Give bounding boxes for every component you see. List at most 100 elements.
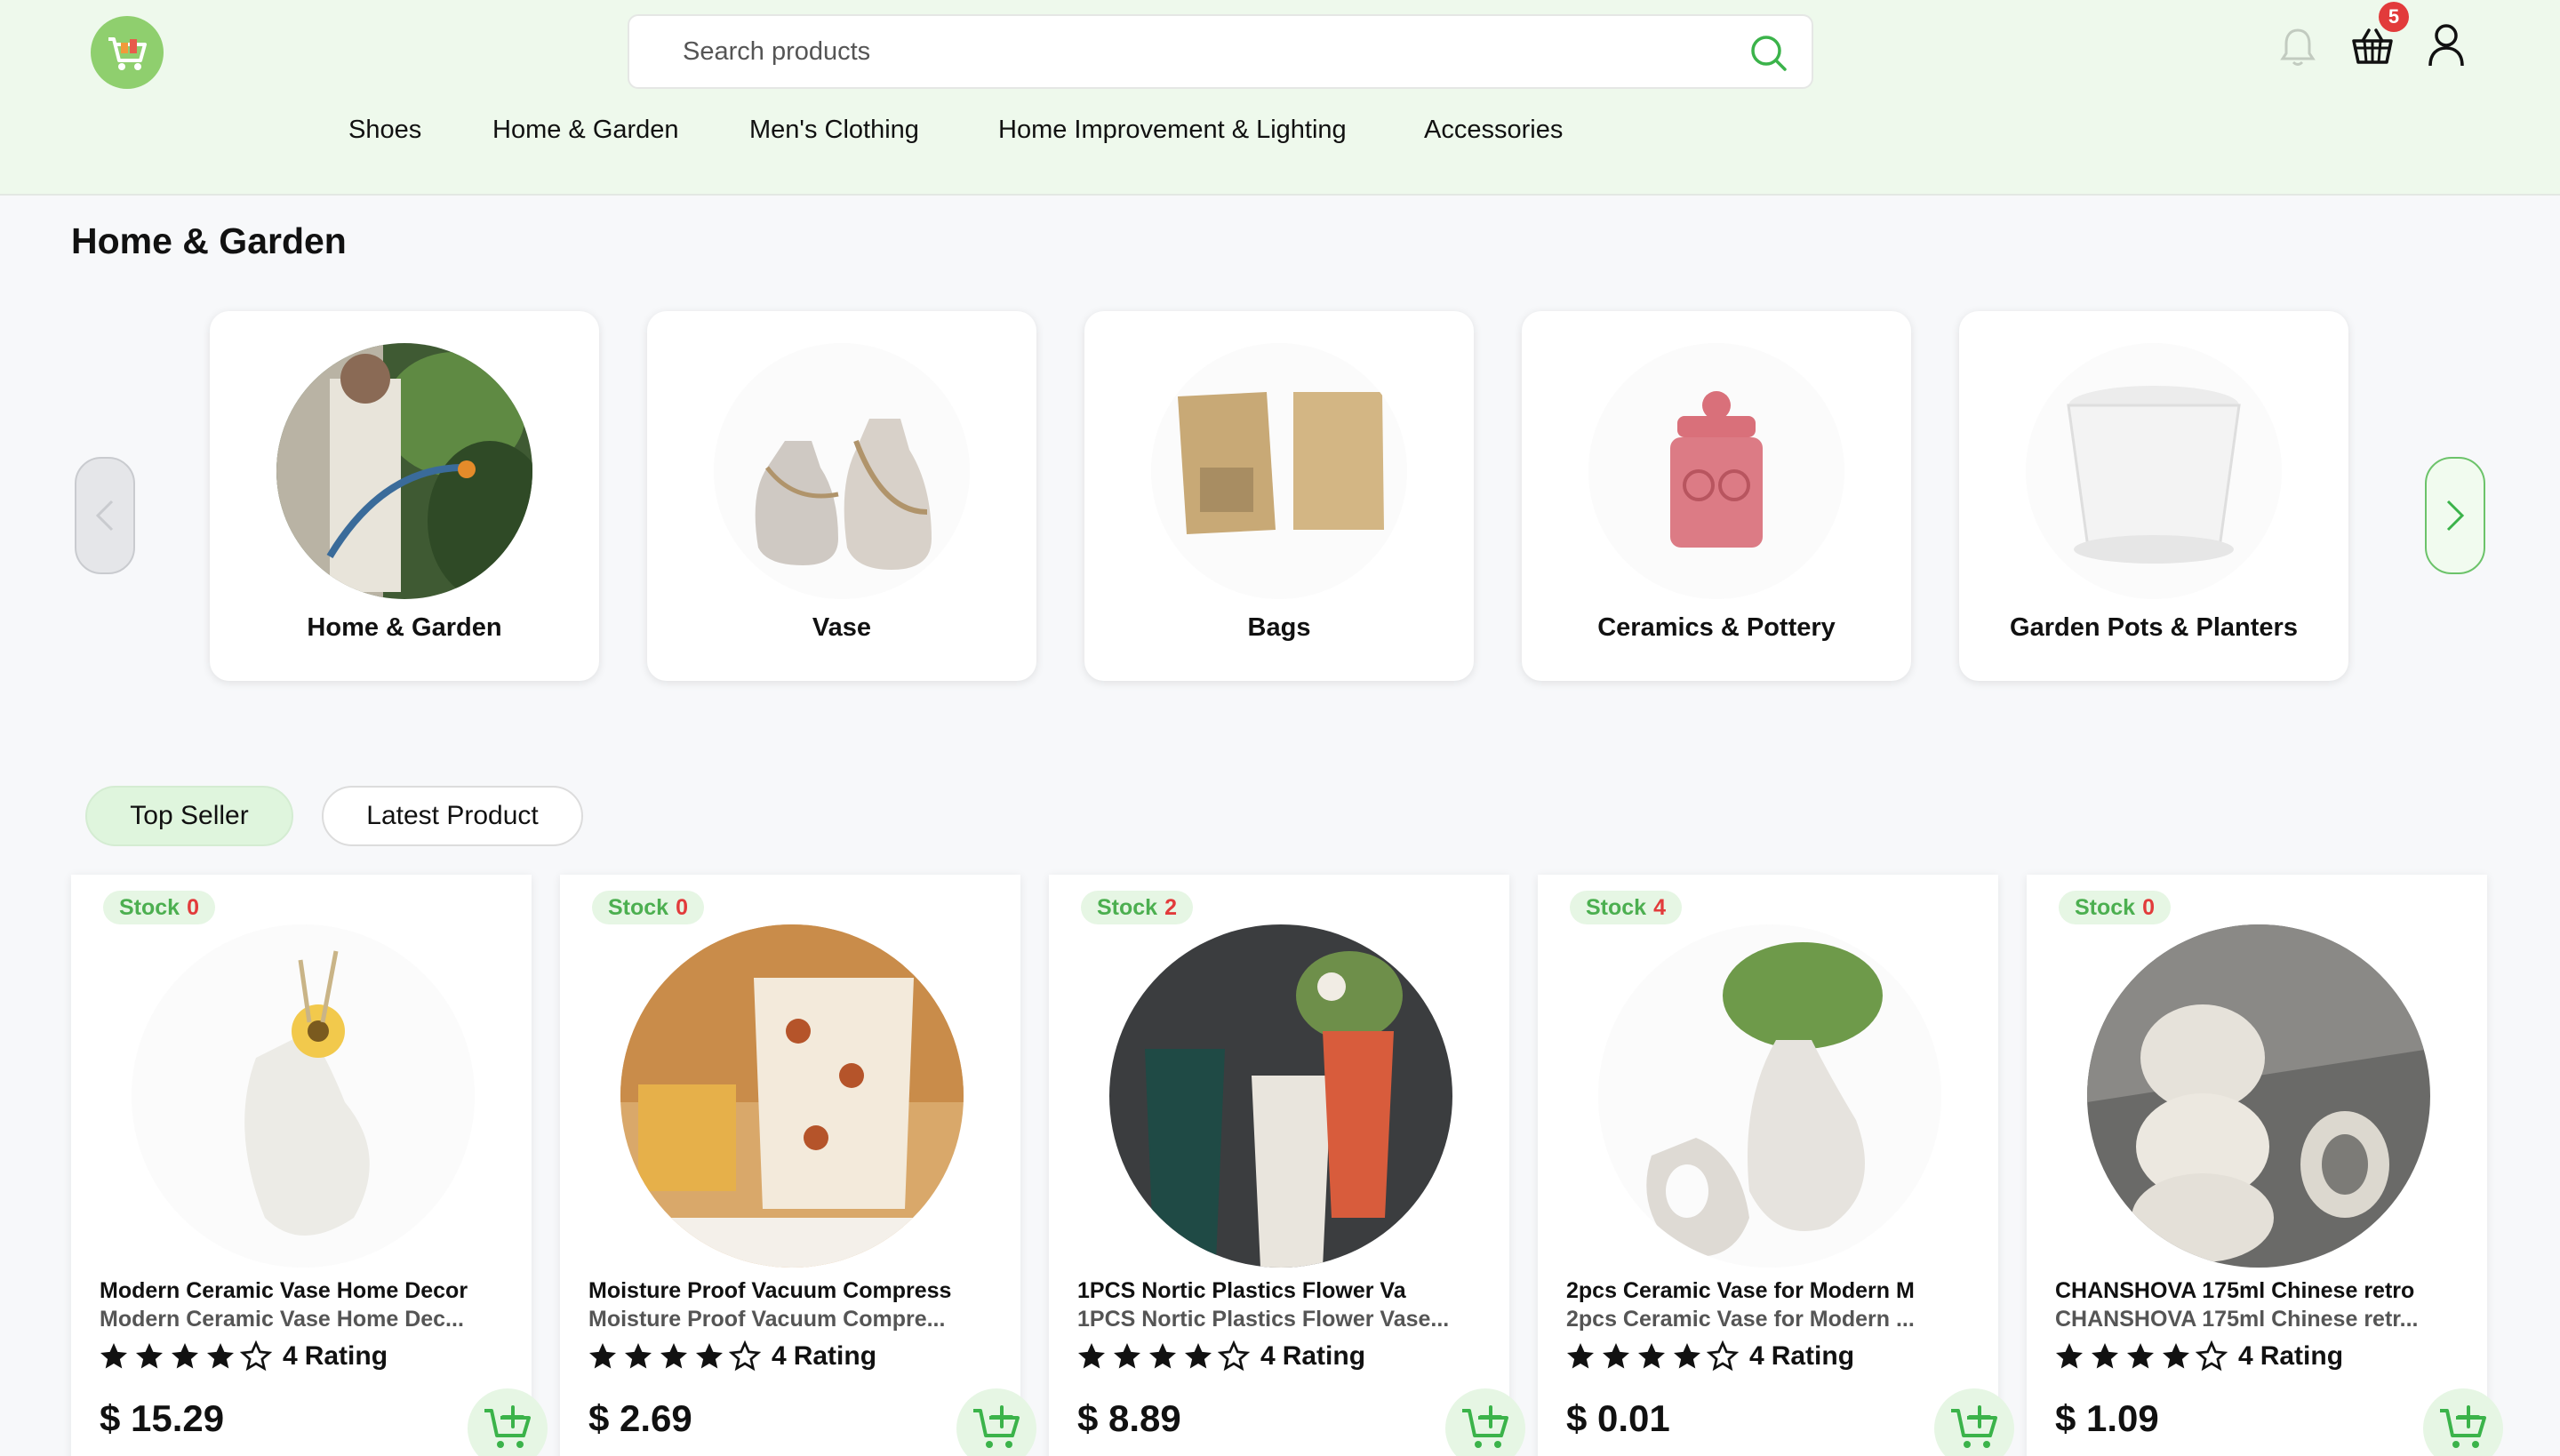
- search-icon[interactable]: [1749, 34, 1788, 73]
- stock-label: Stock: [1586, 894, 1647, 920]
- logo[interactable]: [91, 16, 164, 89]
- header: 5 Shoes Home & Garden Men's Clothing Hom…: [0, 0, 2560, 196]
- star-filled-icon: [1078, 1343, 1105, 1369]
- nav-item-shoes[interactable]: Shoes: [348, 116, 421, 155]
- rating: 4 Rating: [1564, 1339, 1854, 1374]
- category-card-garden-pots[interactable]: Garden Pots & Planters: [1959, 311, 2348, 681]
- product-image: [620, 924, 964, 1268]
- bell-icon[interactable]: [2279, 27, 2316, 68]
- product-subtitle: 2pcs Ceramic Vase for Modern ...: [1566, 1307, 1915, 1332]
- star-filled-icon: [2127, 1343, 2154, 1369]
- carousel-next-button[interactable]: [2425, 457, 2485, 574]
- user-icon[interactable]: [2427, 23, 2466, 68]
- stock-badge: Stock 2: [1081, 891, 1193, 924]
- category-image: [1588, 343, 1844, 599]
- rating-value: 4: [2238, 1341, 2253, 1371]
- category-card-home-garden[interactable]: Home & Garden: [210, 311, 599, 681]
- rating-value: 4: [772, 1341, 787, 1371]
- product-card[interactable]: Stock 4 2pcs Ceramic Vase for Modern M 2…: [1538, 875, 2014, 1456]
- rating-label: Rating: [793, 1341, 877, 1371]
- shopping-cart-logo-icon: [108, 37, 147, 70]
- star-outline-icon: [729, 1340, 761, 1372]
- product-subtitle: 1PCS Nortic Plastics Flower Vase...: [1077, 1307, 1450, 1332]
- tab-top-seller[interactable]: Top Seller: [85, 786, 293, 846]
- product-image: [2087, 924, 2430, 1268]
- nav-item-accessories[interactable]: Accessories: [1424, 116, 1563, 155]
- star-filled-icon: [625, 1343, 652, 1369]
- star-outline-icon: [2196, 1340, 2228, 1372]
- product-image: [132, 924, 475, 1268]
- add-to-cart-icon: [1951, 1405, 1997, 1448]
- stock-value: 4: [1653, 894, 1666, 920]
- star-filled-icon: [1638, 1343, 1665, 1369]
- star-filled-icon: [1603, 1343, 1629, 1369]
- product-subtitle: Moisture Proof Vacuum Compre...: [588, 1307, 946, 1332]
- rating: 4 Rating: [2053, 1339, 2343, 1374]
- star-filled-icon: [1567, 1343, 1594, 1369]
- stock-label: Stock: [608, 894, 669, 920]
- category-label: Garden Pots & Planters: [2010, 613, 2298, 642]
- category-image: [276, 343, 532, 599]
- star-filled-icon: [1149, 1343, 1176, 1369]
- category-image: [714, 343, 970, 599]
- star-filled-icon: [660, 1343, 687, 1369]
- add-to-cart-button[interactable]: [956, 1388, 1036, 1456]
- star-filled-icon: [696, 1343, 723, 1369]
- page-title: Home & Garden: [71, 220, 347, 261]
- star-filled-icon: [1674, 1343, 1700, 1369]
- star-filled-icon: [172, 1343, 198, 1369]
- rating-value: 4: [1749, 1341, 1764, 1371]
- star-filled-icon: [1185, 1343, 1212, 1369]
- carousel-prev-button[interactable]: [75, 457, 135, 574]
- product-price: $ 15.29: [100, 1397, 225, 1439]
- category-card-ceramics-pottery[interactable]: Ceramics & Pottery: [1522, 311, 1911, 681]
- add-to-cart-button[interactable]: [1445, 1388, 1525, 1456]
- add-to-cart-button[interactable]: [2423, 1388, 2503, 1456]
- nav-item-mens-clothing[interactable]: Men's Clothing: [749, 116, 919, 155]
- category-label: Home & Garden: [307, 613, 502, 642]
- product-title: Modern Ceramic Vase Home Decor: [100, 1278, 468, 1303]
- nav-item-home-improvement[interactable]: Home Improvement & Lighting: [998, 116, 1347, 155]
- product-card[interactable]: Stock 2 1PCS Nortic Plastics Flower Va 1…: [1049, 875, 1525, 1456]
- category-card-vase[interactable]: Vase: [647, 311, 1036, 681]
- chevron-left-icon: [95, 500, 114, 532]
- search-input[interactable]: [683, 16, 1714, 87]
- star-outline-icon: [240, 1340, 272, 1372]
- product-title: 2pcs Ceramic Vase for Modern M: [1566, 1278, 1915, 1303]
- product-image: [1598, 924, 1941, 1268]
- add-to-cart-icon: [2440, 1405, 2486, 1448]
- stock-value: 0: [2142, 894, 2155, 920]
- category-label: Ceramics & Pottery: [1597, 613, 1836, 642]
- stock-label: Stock: [119, 894, 180, 920]
- rating-label: Rating: [304, 1341, 388, 1371]
- rating: 4 Rating: [1076, 1339, 1365, 1374]
- product-card[interactable]: Stock 0 Modern Ceramic Vase Home Decor M…: [71, 875, 548, 1456]
- product-subtitle: Modern Ceramic Vase Home Dec...: [100, 1307, 464, 1332]
- category-card-bags[interactable]: Bags: [1084, 311, 1474, 681]
- star-outline-icon: [1218, 1340, 1250, 1372]
- star-filled-icon: [1114, 1343, 1140, 1369]
- tab-latest-product[interactable]: Latest Product: [322, 786, 583, 846]
- add-to-cart-button[interactable]: [1934, 1388, 2014, 1456]
- rating: 4 Rating: [98, 1339, 388, 1374]
- stock-value: 0: [187, 894, 199, 920]
- product-price: $ 0.01: [1566, 1397, 1670, 1439]
- nav-item-home-garden[interactable]: Home & Garden: [492, 116, 679, 155]
- rating-value: 4: [1260, 1341, 1276, 1371]
- star-filled-icon: [136, 1343, 163, 1369]
- stock-badge: Stock 0: [592, 891, 704, 924]
- rating-label: Rating: [2260, 1341, 2344, 1371]
- product-card[interactable]: Stock 0 Moisture Proof Vacuum Compress M…: [560, 875, 1036, 1456]
- stock-badge: Stock 0: [103, 891, 215, 924]
- stock-value: 2: [1164, 894, 1177, 920]
- star-filled-icon: [2163, 1343, 2189, 1369]
- product-title: 1PCS Nortic Plastics Flower Va: [1077, 1278, 1406, 1303]
- rating-value: 4: [283, 1341, 298, 1371]
- add-to-cart-icon: [1462, 1405, 1508, 1448]
- category-image: [2026, 343, 2282, 599]
- add-to-cart-button[interactable]: [468, 1388, 548, 1456]
- product-card[interactable]: Stock 0 CHANSHOVA 175ml Chinese retro CH…: [2027, 875, 2503, 1456]
- star-outline-icon: [1707, 1340, 1739, 1372]
- stock-badge: Stock 4: [1570, 891, 1682, 924]
- product-subtitle: CHANSHOVA 175ml Chinese retr...: [2055, 1307, 2419, 1332]
